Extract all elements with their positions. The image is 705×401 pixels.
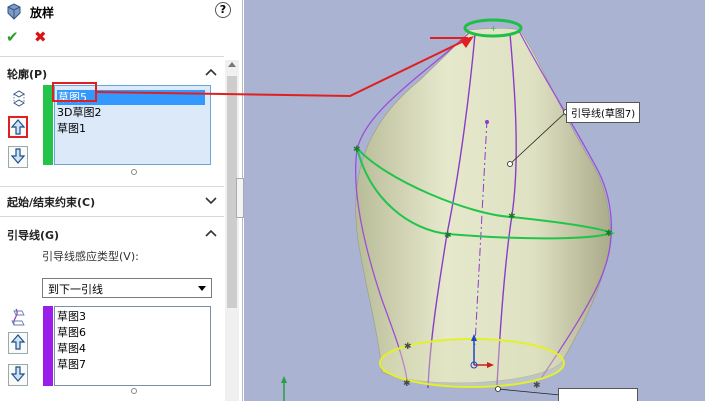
arrow-up-icon [10, 334, 26, 350]
property-manager: 放样 ? ✔ ✖ 轮廓(P) 草图5 3D草图2 草图1 起始/结束约束(C) … [0, 0, 243, 401]
arrow-down-icon [10, 366, 26, 382]
callout-anchor [495, 386, 501, 392]
list-item[interactable]: 草图6 [57, 325, 86, 340]
help-button[interactable]: ? [215, 2, 231, 18]
guide-move-down-button[interactable] [8, 364, 28, 386]
profiles-list[interactable]: 草图5 3D草图2 草图1 [54, 85, 211, 165]
profiles-section-header[interactable]: 轮廓(P) [7, 66, 47, 82]
move-down-button[interactable] [8, 146, 28, 168]
move-up-button[interactable] [8, 116, 28, 138]
list-item[interactable]: 草图5 [57, 90, 205, 105]
list-item[interactable]: 草图7 [57, 357, 86, 372]
point-mark: ✱ [605, 229, 613, 239]
resize-handle[interactable] [131, 388, 137, 394]
chevron-down-icon[interactable] [205, 195, 217, 205]
guide-color-bar [43, 306, 53, 386]
chevron-up-icon[interactable] [205, 228, 217, 238]
loft-icon [7, 3, 21, 20]
point-mark: ✱ [353, 145, 361, 155]
list-item-label: 草图5 [58, 91, 87, 104]
axis-point [485, 120, 489, 124]
start-end-section-header[interactable]: 起始/结束约束(C) [7, 194, 95, 210]
chevron-down-icon [198, 286, 206, 291]
graphics-viewport[interactable]: + ✱ ✱ ✱ ✱ ✱ ✱ ✱ 引导线(草图7) [244, 0, 705, 401]
profile-icon [13, 90, 25, 107]
list-item[interactable]: 草图1 [57, 121, 86, 136]
list-item[interactable]: 草图3 [57, 309, 86, 324]
point-mark: ✱ [508, 212, 516, 222]
point-mark: ✱ [403, 379, 411, 389]
scroll-up-icon[interactable] [228, 62, 236, 67]
divider [0, 56, 224, 57]
resize-handle[interactable] [131, 169, 137, 175]
influence-type-label: 引导线感应类型(V): [42, 250, 139, 263]
point-mark: ✱ [404, 342, 412, 352]
profile-color-bar [43, 85, 53, 165]
guide-curve-callout[interactable]: 引导线(草图7) [566, 102, 641, 123]
influence-type-dropdown[interactable]: 到下一引线 [42, 278, 212, 298]
guides-list[interactable]: 草图3 草图6 草图4 草图7 [54, 306, 211, 386]
panel-splitter[interactable] [236, 178, 244, 218]
loft-model: + ✱ ✱ ✱ ✱ ✱ ✱ ✱ [281, 18, 615, 401]
chevron-up-icon[interactable] [205, 67, 217, 77]
origin-mark: + [490, 24, 497, 33]
guide-move-up-button[interactable] [8, 332, 28, 354]
ok-button[interactable]: ✔ [6, 28, 19, 46]
arrow-up-icon [10, 119, 26, 135]
dropdown-value: 到下一引线 [48, 283, 103, 296]
divider [0, 186, 224, 187]
guides-section-header[interactable]: 引导线(G) [7, 227, 59, 243]
divider [0, 216, 224, 217]
view-triad-icon [281, 376, 287, 401]
list-item[interactable]: 草图4 [57, 341, 86, 356]
panel-scrollbar[interactable] [225, 60, 239, 401]
point-mark: ✱ [444, 231, 452, 241]
arrow-down-icon [10, 148, 26, 164]
guide-curve-icon [11, 308, 25, 326]
list-item[interactable]: 3D草图2 [57, 105, 101, 120]
point-mark: ✱ [533, 381, 541, 391]
callout-anchor [507, 161, 513, 167]
profile-callout[interactable] [558, 388, 638, 401]
cancel-button[interactable]: ✖ [34, 28, 47, 46]
title-bar: 放样 ? [0, 0, 243, 24]
feature-title: 放样 [30, 6, 55, 20]
callout-leader [497, 388, 561, 396]
